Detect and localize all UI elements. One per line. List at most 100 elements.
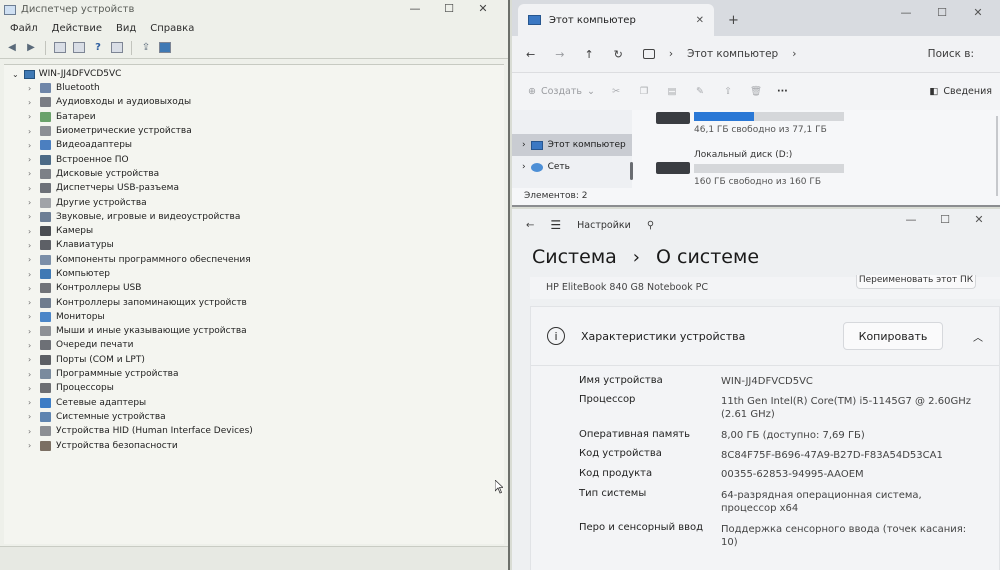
tree-category-item[interactable]: › Батареи	[4, 110, 504, 124]
back-arrow-icon[interactable]: ◀	[4, 41, 20, 55]
update-driver-icon[interactable]: ⇪	[138, 41, 154, 55]
nav-scrollbar[interactable]	[630, 162, 633, 180]
menu-file[interactable]: Файл	[10, 23, 38, 34]
tree-category-item[interactable]: › Сетевые адаптеры	[4, 396, 504, 410]
breadcrumb-this-pc[interactable]: Этот компьютер	[687, 48, 778, 60]
chevron-right-icon[interactable]: ›	[28, 298, 40, 307]
tree-category-item[interactable]: › Программные устройства	[4, 367, 504, 381]
maximize-button[interactable]: ☐	[924, 6, 960, 19]
tree-category-item[interactable]: › Процессоры	[4, 381, 504, 395]
device-specs-header[interactable]: i Характеристики устройства Копировать ︿	[531, 307, 999, 365]
chevron-right-icon[interactable]: ›	[28, 198, 40, 207]
chevron-right-icon[interactable]: ›	[28, 141, 40, 150]
tree-category-item[interactable]: › Компьютер	[4, 267, 504, 281]
delete-icon[interactable]: 🗑	[749, 86, 763, 97]
maximize-button[interactable]: ☐	[432, 2, 466, 15]
tree-category-item[interactable]: › Мыши и иные указывающие устройства	[4, 324, 504, 338]
tree-category-item[interactable]: › Системные устройства	[4, 410, 504, 424]
chevron-right-icon[interactable]: ›	[522, 140, 526, 150]
up-arrow-icon[interactable]: ↑	[584, 48, 593, 61]
tree-category-item[interactable]: › Дисковые устройства	[4, 167, 504, 181]
minimize-button[interactable]: —	[888, 6, 924, 19]
rename-icon[interactable]: ✎	[693, 86, 707, 97]
chevron-right-icon[interactable]: ›	[28, 84, 40, 93]
close-button[interactable]: ✕	[466, 2, 500, 15]
show-hide-tree-icon[interactable]	[52, 41, 68, 55]
scan-hardware-icon[interactable]	[157, 41, 173, 55]
tree-category-item[interactable]: › Контроллеры запоминающих устройств	[4, 295, 504, 309]
paste-icon[interactable]: ▤	[665, 86, 679, 97]
chevron-right-icon[interactable]: ›	[28, 169, 40, 178]
share-icon[interactable]: ⇪	[721, 86, 735, 97]
cut-icon[interactable]: ✂	[609, 86, 623, 97]
chevron-right-icon[interactable]: ›	[28, 312, 40, 321]
chevron-right-icon[interactable]: ›	[28, 427, 40, 436]
chevron-right-icon[interactable]: ›	[28, 327, 40, 336]
chevron-right-icon[interactable]: ›	[28, 384, 40, 393]
tree-category-item[interactable]: › Контроллеры USB	[4, 281, 504, 295]
chevron-right-icon[interactable]: ›	[28, 341, 40, 350]
maximize-button[interactable]: ☐	[928, 213, 962, 226]
close-button[interactable]: ✕	[962, 213, 996, 226]
refresh-icon[interactable]: ↻	[614, 48, 623, 61]
chevron-right-icon[interactable]: ›	[28, 227, 40, 236]
tree-category-item[interactable]: › Bluetooth	[4, 81, 504, 95]
chevron-right-icon[interactable]: ›	[522, 162, 526, 172]
chevron-up-icon[interactable]: ︿	[973, 329, 983, 344]
back-arrow-icon[interactable]: ←	[526, 220, 534, 231]
chevron-right-icon[interactable]: ›	[28, 355, 40, 364]
tree-category-item[interactable]: › Аудиовходы и аудиовыходы	[4, 95, 504, 109]
search-icon[interactable]: ⚲	[647, 220, 654, 231]
tree-category-item[interactable]: › Очереди печати	[4, 338, 504, 352]
minimize-button[interactable]: —	[398, 2, 432, 15]
copy-icon[interactable]: ❐	[637, 86, 651, 97]
new-tab-button[interactable]: +	[728, 13, 739, 28]
more-options-icon[interactable]: ···	[777, 86, 788, 97]
tree-category-item[interactable]: › Компоненты программного обеспечения	[4, 253, 504, 267]
tree-category-item[interactable]: › Видеоадаптеры	[4, 138, 504, 152]
close-tab-icon[interactable]: ✕	[696, 15, 704, 26]
tree-category-item[interactable]: › Порты (COM и LPT)	[4, 353, 504, 367]
chevron-right-icon[interactable]: ›	[28, 398, 40, 407]
chevron-right-icon[interactable]: ›	[28, 98, 40, 107]
explorer-tab[interactable]: Этот компьютер ✕	[518, 4, 714, 36]
chevron-right-icon[interactable]: ›	[28, 127, 40, 136]
menu-icon[interactable]: ☰	[550, 218, 561, 232]
nav-item-network[interactable]: › Сеть	[512, 156, 632, 178]
details-pane-button[interactable]: ◧ Сведения	[929, 86, 992, 97]
nav-item-this-pc[interactable]: › Этот компьютер	[512, 134, 632, 156]
properties-icon[interactable]	[71, 41, 87, 55]
minimize-button[interactable]: —	[894, 213, 928, 226]
chevron-right-icon[interactable]: ›	[28, 241, 40, 250]
close-button[interactable]: ✕	[960, 6, 996, 19]
forward-arrow-icon[interactable]: ▶	[23, 41, 39, 55]
chevron-right-icon[interactable]: ›	[28, 112, 40, 121]
chevron-right-icon[interactable]: ›	[28, 412, 40, 421]
tree-category-item[interactable]: › Звуковые, игровые и видеоустройства	[4, 210, 504, 224]
chevron-right-icon[interactable]: ›	[28, 184, 40, 193]
tree-category-item[interactable]: › Устройства безопасности	[4, 438, 504, 452]
chevron-right-icon[interactable]: ›	[28, 370, 40, 379]
tree-category-item[interactable]: › Устройства HID (Human Interface Devices…	[4, 424, 504, 438]
content-scrollbar[interactable]	[996, 116, 998, 196]
tree-category-item[interactable]: › Другие устройства	[4, 195, 504, 209]
menu-view[interactable]: Вид	[116, 23, 136, 34]
tree-category-item[interactable]: › Биометрические устройства	[4, 124, 504, 138]
menu-help[interactable]: Справка	[150, 23, 194, 34]
address-bar[interactable]: › Этот компьютер ›	[642, 48, 796, 60]
view-icon[interactable]	[109, 41, 125, 55]
back-arrow-icon[interactable]: ←	[526, 48, 535, 61]
chevron-right-icon[interactable]: ›	[28, 155, 40, 164]
chevron-right-icon[interactable]: ›	[28, 212, 40, 221]
forward-arrow-icon[interactable]: →	[555, 48, 564, 61]
menu-action[interactable]: Действие	[52, 23, 102, 34]
chevron-right-icon[interactable]: ›	[28, 255, 40, 264]
search-input[interactable]: Поиск в:	[928, 48, 974, 60]
tree-root-computer[interactable]: ⌄ WIN-JJ4DFVCD5VC	[4, 67, 504, 81]
copy-button[interactable]: Копировать	[843, 322, 943, 350]
tree-category-item[interactable]: › Встроенное ПО	[4, 152, 504, 166]
chevron-right-icon[interactable]: ›	[28, 441, 40, 450]
tree-category-item[interactable]: › Мониторы	[4, 310, 504, 324]
chevron-right-icon[interactable]: ›	[28, 284, 40, 293]
chevron-right-icon[interactable]: ›	[28, 270, 40, 279]
